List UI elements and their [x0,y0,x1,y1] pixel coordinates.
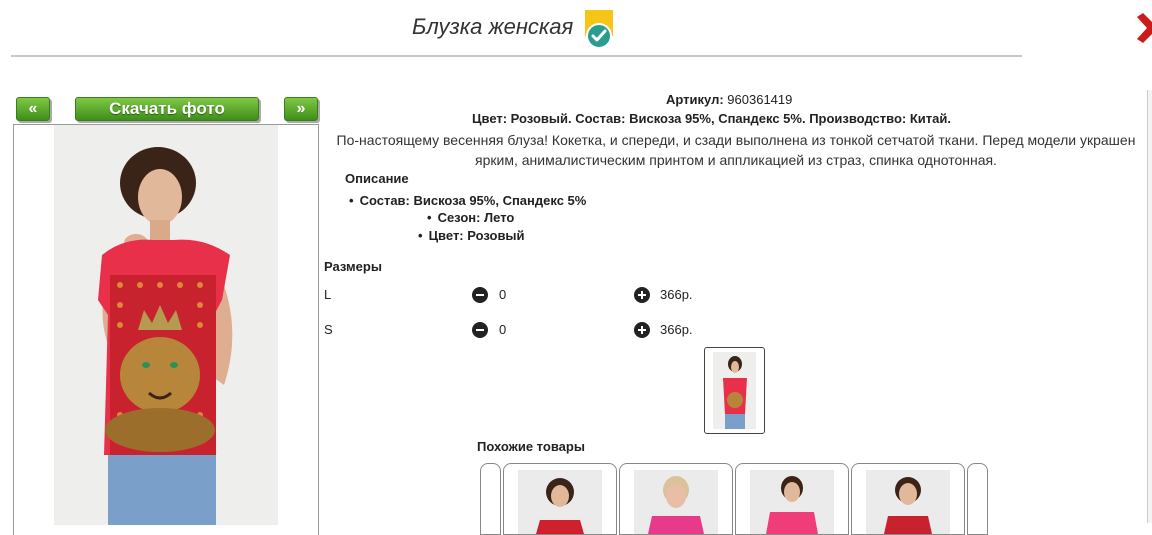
prev-photo-button[interactable]: « [16,97,50,121]
quantity-value: 0 [499,322,507,337]
download-photo-button[interactable]: Скачать фото [75,97,259,121]
size-name: S [324,322,333,337]
detail-item: Цвет: Розовый [418,228,525,243]
detail-item: Сезон: Лето [427,210,515,225]
size-price: 366р. [660,287,693,302]
photo-thumbnail[interactable] [704,347,765,434]
page-title: Блузка женская [412,14,574,39]
similar-item-card[interactable] [851,463,965,535]
article-label: Артикул: [666,92,724,107]
size-price: 366р. [660,322,693,337]
details-heading: Описание [345,171,409,186]
similar-item-card[interactable] [735,463,849,535]
size-row: S 0 366р. [324,322,824,342]
minus-circle-icon[interactable] [472,322,488,338]
thumbnail-image [713,352,756,429]
size-row: L 0 366р. [324,287,824,307]
article-value: 960361419 [727,92,793,107]
similar-heading: Похожие товары [477,439,585,454]
card-illustration [884,477,932,534]
card-illustration [766,476,818,534]
verified-badge-icon [584,10,614,50]
plus-circle-icon[interactable] [634,287,650,303]
card-illustration [648,476,704,534]
similar-scroll-left[interactable] [480,463,501,535]
product-description: По-настоящему весенняя блуза! Кокетка, и… [336,132,1136,168]
similar-item-card[interactable] [619,463,733,535]
scrollbar[interactable] [1147,90,1152,523]
similar-scroll-right[interactable] [967,463,988,535]
product-photo[interactable] [13,124,319,535]
quantity-value: 0 [499,287,507,302]
card-illustration [536,478,584,534]
similar-item-card[interactable] [503,463,617,535]
detail-item: Состав: Вискоза 95%, Спандекс 5% [349,193,587,208]
plus-circle-icon[interactable] [634,322,650,338]
model-illustration [98,147,233,525]
next-photo-button[interactable]: » [284,97,318,121]
minus-circle-icon[interactable] [472,287,488,303]
size-name: L [324,287,332,302]
product-summary: Цвет: Розовый. Состав: Вискоза 95%, Спан… [472,111,951,126]
sizes-heading: Размеры [324,259,382,274]
article-line: Артикул: 960361419 [666,92,792,107]
title-divider [11,55,1022,57]
close-icon[interactable] [1133,11,1152,45]
